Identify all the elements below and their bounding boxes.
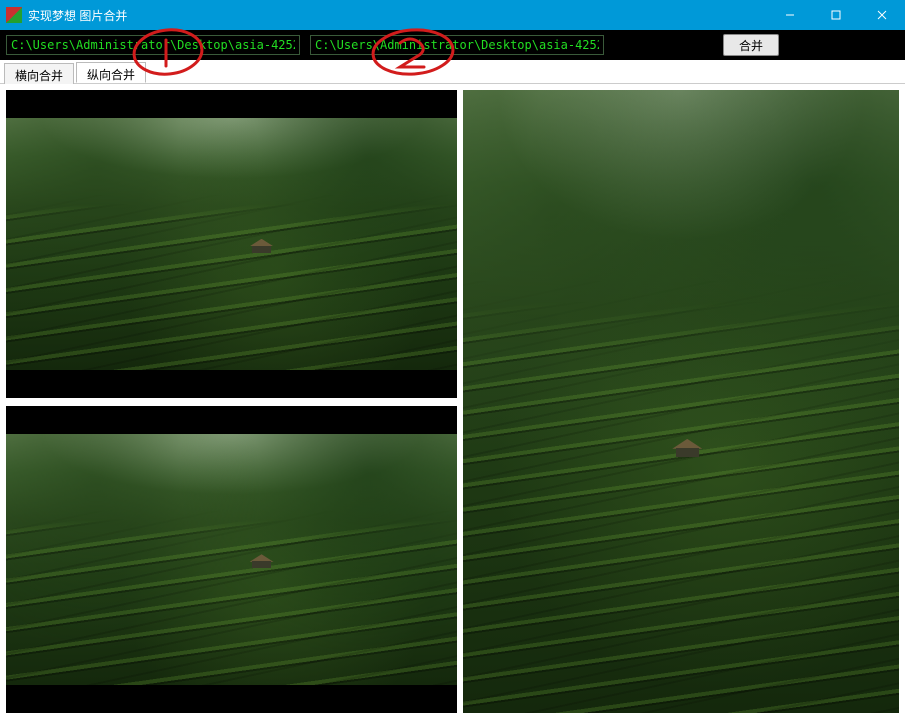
path-input-2[interactable] <box>310 35 604 55</box>
minimize-icon <box>785 10 795 20</box>
preview-panel-top-left <box>6 90 457 398</box>
close-button[interactable] <box>859 0 905 30</box>
image-preview <box>6 434 457 686</box>
maximize-button[interactable] <box>813 0 859 30</box>
maximize-icon <box>831 10 841 20</box>
tab-vertical-merge[interactable]: 纵向合并 <box>76 62 146 83</box>
window-buttons <box>767 0 905 30</box>
path-input-1[interactable] <box>6 35 300 55</box>
image-preview <box>463 90 899 713</box>
merge-button[interactable]: 合并 <box>723 34 779 56</box>
minimize-button[interactable] <box>767 0 813 30</box>
titlebar: 实现梦想 图片合并 <box>0 0 905 30</box>
tab-horizontal-merge[interactable]: 横向合并 <box>4 63 74 84</box>
right-column <box>463 90 899 713</box>
app-icon <box>6 7 22 23</box>
preview-panel-bottom-left <box>6 406 457 714</box>
preview-panel-right <box>463 90 899 713</box>
left-column <box>6 90 457 713</box>
tab-bar: 横向合并 纵向合并 <box>0 60 905 84</box>
close-icon <box>877 10 887 20</box>
path-bar: 合并 <box>0 30 905 60</box>
content-area <box>0 84 905 719</box>
image-preview <box>6 118 457 370</box>
window-title: 实现梦想 图片合并 <box>28 7 127 24</box>
